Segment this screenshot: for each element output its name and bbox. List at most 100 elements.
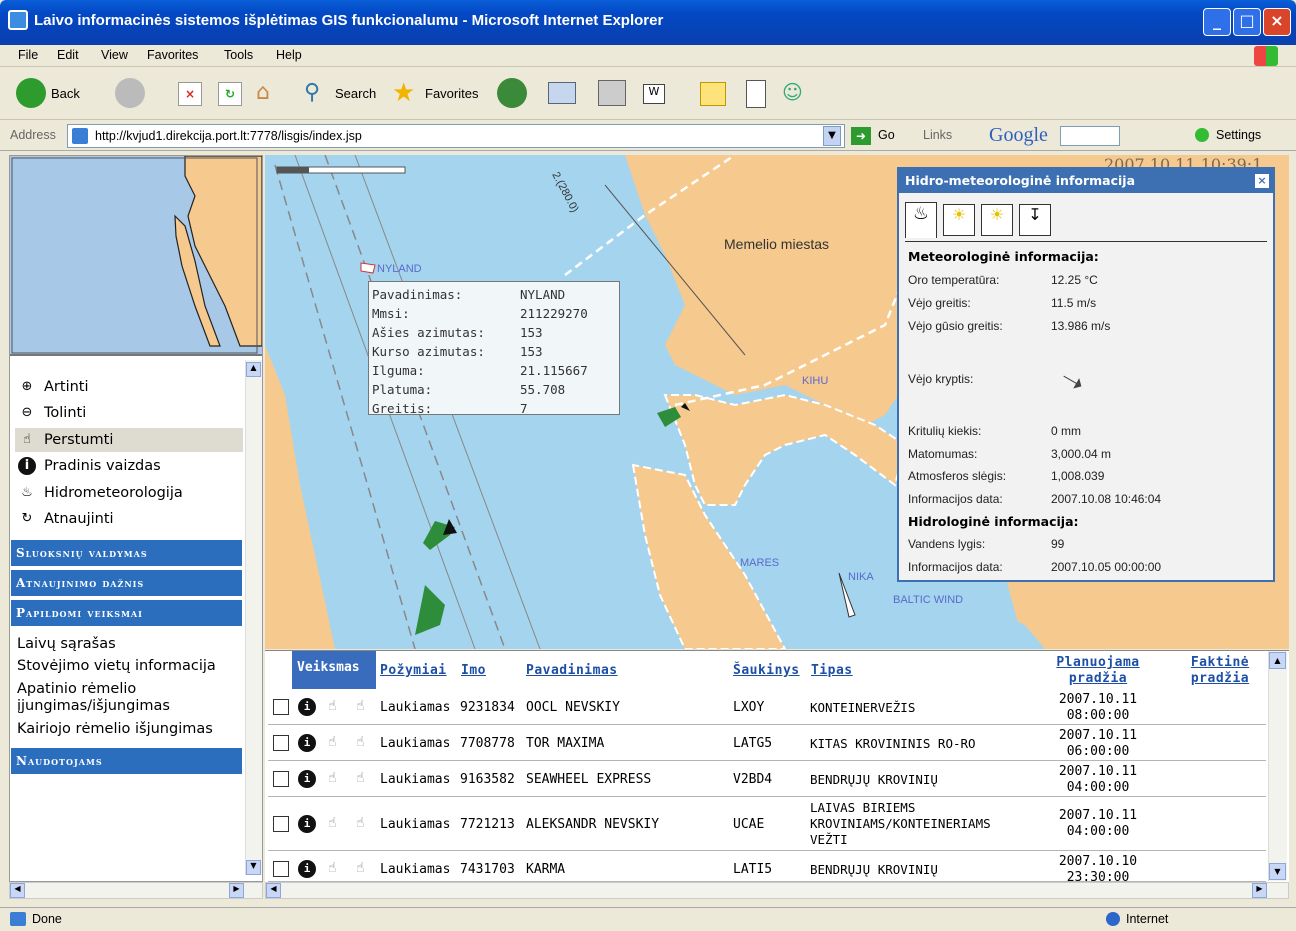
table-vertical-scrollbar[interactable] bbox=[1268, 651, 1287, 881]
row-locate-hand-icon[interactable]: ☝ bbox=[328, 698, 344, 716]
hydro-tab-meteo-icon[interactable]: ♨ bbox=[905, 202, 937, 238]
th-type[interactable]: Tipas bbox=[811, 663, 853, 678]
hydro-close-icon[interactable]: × bbox=[1255, 174, 1269, 188]
left-horizontal-scrollbar[interactable] bbox=[9, 882, 263, 899]
table-row[interactable]: i ☝ ☝ Laukiamas 9163582 SEAWHEEL EXPRESS… bbox=[268, 761, 1266, 797]
go-arrow-icon[interactable]: ➜ bbox=[851, 127, 871, 145]
home-icon[interactable]: ⌂ bbox=[256, 80, 284, 108]
menu-view[interactable]: View bbox=[101, 48, 128, 62]
tool-pan[interactable]: ☝ Perstumti bbox=[18, 431, 113, 449]
row-info-icon[interactable]: i bbox=[298, 815, 316, 833]
hydro-tab-level-icon[interactable]: ☀ bbox=[981, 204, 1013, 236]
th-planned-start[interactable]: Planuojama pradžia bbox=[1040, 655, 1156, 687]
messenger-icon[interactable] bbox=[746, 80, 766, 108]
ship-label-kihu[interactable]: KIHU bbox=[802, 375, 828, 387]
back-arrow-icon[interactable] bbox=[16, 78, 46, 108]
tool-zoom-in[interactable]: ⊕ Artinti bbox=[18, 378, 89, 396]
link-left-frame-off[interactable]: Kairiojo rėmelio išjungimas bbox=[17, 721, 213, 738]
overview-map[interactable] bbox=[10, 156, 262, 356]
print-icon[interactable] bbox=[598, 80, 626, 106]
row-checkbox[interactable] bbox=[273, 699, 289, 715]
hydro-tab-depth-icon[interactable]: ↧ bbox=[1019, 204, 1051, 236]
tool-hydrometeorology[interactable]: ♨ Hidrometeorologija bbox=[18, 484, 183, 502]
row-locate-hand-icon[interactable]: ☝ bbox=[328, 860, 344, 878]
favorites-button-label[interactable]: Favorites bbox=[425, 86, 478, 101]
th-imo[interactable]: Imo bbox=[461, 663, 486, 678]
table-row[interactable]: i ☝ ☝ Laukiamas 9231834 OOCL NEVSKIY LXO… bbox=[268, 689, 1266, 725]
refresh-icon[interactable]: ↻ bbox=[218, 82, 242, 106]
row-info-icon[interactable]: i bbox=[298, 770, 316, 788]
section-extra-actions[interactable]: Papildomi veiksmai bbox=[11, 600, 242, 626]
table-row[interactable]: i ☝ ☝ Laukiamas 7721213 ALEKSANDR NEVSKI… bbox=[268, 797, 1266, 851]
row-info-icon[interactable]: i bbox=[298, 860, 316, 878]
row-info-icon[interactable]: i bbox=[298, 698, 316, 716]
menu-help[interactable]: Help bbox=[276, 48, 302, 62]
stop-icon[interactable]: × bbox=[178, 82, 202, 106]
google-search-input[interactable] bbox=[1060, 126, 1120, 146]
row-checkbox[interactable] bbox=[273, 735, 289, 751]
row-locate-hand-icon[interactable]: ☝ bbox=[328, 815, 344, 833]
row-track-hand-icon[interactable]: ☝ bbox=[356, 734, 372, 752]
ship-label-baltic-wind[interactable]: BALTIC WIND bbox=[893, 594, 963, 606]
menu-tools[interactable]: Tools bbox=[224, 48, 253, 62]
scroll-left-icon[interactable]: ◀ bbox=[10, 883, 25, 898]
row-track-hand-icon[interactable]: ☝ bbox=[356, 860, 372, 878]
menu-file[interactable]: File bbox=[18, 48, 38, 62]
section-users[interactable]: Naudotojams bbox=[11, 748, 242, 774]
menu-edit[interactable]: Edit bbox=[57, 48, 79, 62]
th-callsign[interactable]: Šaukinys bbox=[733, 663, 800, 678]
search-button-label[interactable]: Search bbox=[335, 86, 376, 101]
table-scroll-right-icon[interactable]: ▶ bbox=[1252, 883, 1267, 898]
tool-zoom-out[interactable]: ⊖ Tolinti bbox=[18, 404, 87, 422]
row-checkbox[interactable] bbox=[273, 861, 289, 877]
section-layers[interactable]: Sluoksnių valdymas bbox=[11, 540, 242, 566]
link-ship-list[interactable]: Laivų sąrašas bbox=[17, 636, 116, 653]
scroll-right-icon[interactable]: ▶ bbox=[229, 883, 244, 898]
address-url[interactable]: http://kvjud1.direkcija.port.lt:7778/lis… bbox=[95, 129, 362, 143]
maximize-button[interactable]: □ bbox=[1233, 8, 1261, 36]
ship-label-mares[interactable]: MARES bbox=[740, 557, 779, 569]
row-locate-hand-icon[interactable]: ☝ bbox=[328, 770, 344, 788]
history-icon[interactable] bbox=[497, 78, 527, 108]
ship-label-nyland[interactable]: NYLAND bbox=[377, 263, 422, 275]
tool-initial-view[interactable]: i Pradinis vaizdas bbox=[18, 457, 161, 475]
tool-refresh[interactable]: ↻ Atnaujinti bbox=[18, 510, 114, 528]
row-checkbox[interactable] bbox=[273, 816, 289, 832]
th-features[interactable]: Požymiai bbox=[380, 663, 447, 678]
menu-favorites[interactable]: Favorites bbox=[147, 48, 198, 62]
table-scroll-down-icon[interactable]: ▼ bbox=[1269, 863, 1286, 880]
table-horizontal-scrollbar[interactable] bbox=[265, 882, 1289, 899]
go-button[interactable]: Go bbox=[878, 128, 895, 142]
row-info-icon[interactable]: i bbox=[298, 734, 316, 752]
close-button[interactable]: × bbox=[1263, 8, 1291, 36]
settings-icon[interactable] bbox=[1195, 128, 1209, 142]
th-actual-start[interactable]: Faktinė pradžia bbox=[1175, 655, 1265, 687]
left-vertical-scrollbar[interactable] bbox=[245, 360, 262, 875]
settings-button[interactable]: Settings bbox=[1216, 128, 1261, 142]
folder-icon[interactable] bbox=[700, 82, 726, 106]
minimize-button[interactable]: _ bbox=[1203, 8, 1231, 36]
contacts-icon[interactable]: ☺ bbox=[782, 80, 812, 108]
row-track-hand-icon[interactable]: ☝ bbox=[356, 815, 372, 833]
hydro-tab-sun-icon[interactable]: ☀ bbox=[943, 204, 975, 236]
th-name[interactable]: Pavadinimas bbox=[526, 663, 618, 678]
scroll-down-icon[interactable]: ▼ bbox=[246, 860, 261, 875]
address-dropdown-icon[interactable]: ▼ bbox=[823, 126, 841, 146]
table-scroll-left-icon[interactable]: ◀ bbox=[266, 883, 281, 898]
table-row[interactable]: i ☝ ☝ Laukiamas 7431703 KARMA LATI5 BEND… bbox=[268, 851, 1266, 882]
row-checkbox[interactable] bbox=[273, 771, 289, 787]
search-icon[interactable]: ⚲ bbox=[304, 80, 332, 108]
link-bottom-frame-toggle[interactable]: Apatinio rėmelio įjungimas/išjungimas bbox=[17, 681, 217, 715]
row-track-hand-icon[interactable]: ☝ bbox=[356, 770, 372, 788]
forward-arrow-icon[interactable] bbox=[115, 78, 145, 108]
mail-icon[interactable] bbox=[548, 82, 576, 104]
edit-word-icon[interactable]: W bbox=[643, 84, 665, 104]
back-button-label[interactable]: Back bbox=[51, 86, 80, 101]
section-refresh-rate[interactable]: Atnaujinimo dažnis bbox=[11, 570, 242, 596]
row-track-hand-icon[interactable]: ☝ bbox=[356, 698, 372, 716]
favorites-star-icon[interactable]: ★ bbox=[392, 78, 415, 108]
ship-label-nika[interactable]: NIKA bbox=[848, 571, 874, 583]
row-locate-hand-icon[interactable]: ☝ bbox=[328, 734, 344, 752]
link-berth-info[interactable]: Stovėjimo vietų informacija bbox=[17, 658, 216, 675]
table-scroll-up-icon[interactable]: ▲ bbox=[1269, 652, 1286, 669]
